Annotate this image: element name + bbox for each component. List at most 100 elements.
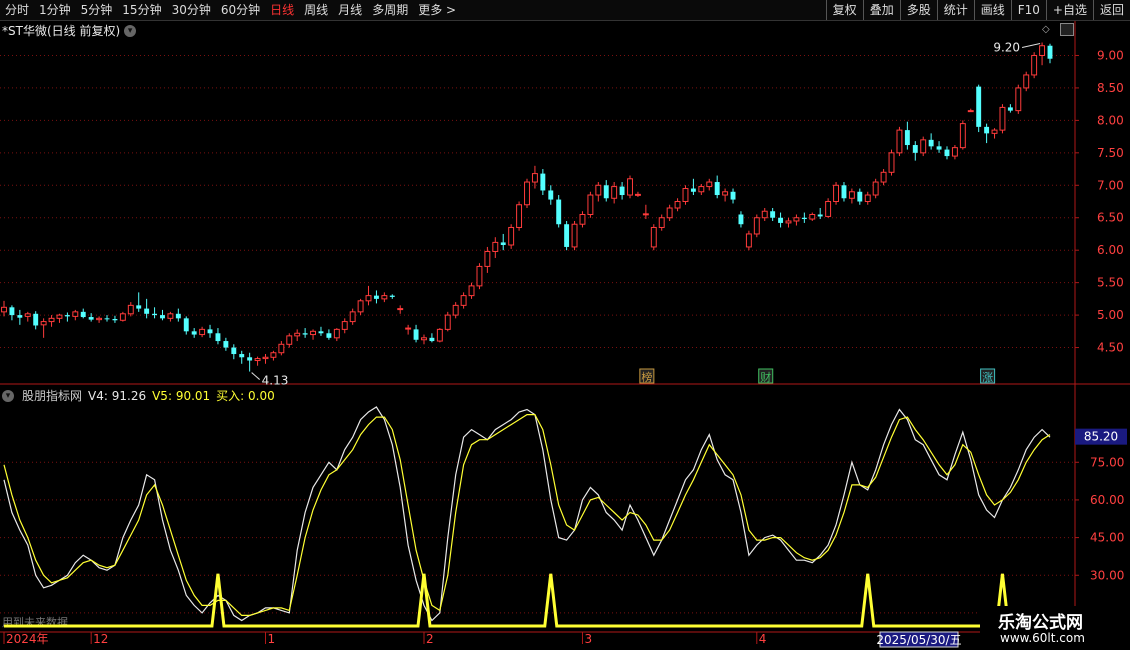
candle-body-up: [959, 123, 966, 149]
watermark-url: www.60lt.com: [1000, 631, 1085, 645]
candle-body-up: [286, 335, 293, 345]
candle-body-up: [674, 201, 681, 209]
candle-body-down: [928, 139, 934, 147]
candle-body-down: [191, 331, 197, 335]
indicator-tick-label: 75.00: [1090, 455, 1124, 469]
candle-body-up: [650, 226, 657, 248]
date-label: 12: [93, 632, 108, 646]
candle-body-up: [761, 210, 768, 219]
candle-body-down: [9, 307, 15, 316]
candle-body-down: [1007, 107, 1013, 111]
event-marker-label: 榜: [641, 370, 652, 384]
candle-body-up: [706, 181, 713, 188]
candle-body-up: [880, 171, 887, 183]
candle-body-down: [984, 126, 990, 134]
candle-body-up: [951, 147, 958, 157]
candle-body-down: [556, 199, 562, 225]
candle-body-down: [247, 357, 253, 361]
candle-body-down: [104, 318, 110, 320]
candle-body-up: [72, 311, 79, 317]
candle-body-down: [540, 173, 546, 191]
candle-body-up: [1015, 87, 1022, 112]
candle-body-down: [429, 337, 435, 342]
candle-body-up: [278, 343, 285, 354]
candle-body-up: [492, 241, 499, 252]
price-tick-label: 9.00: [1097, 48, 1124, 62]
candle-body-up: [888, 152, 895, 173]
candle-body-up: [96, 317, 103, 321]
candle-body-up: [381, 295, 388, 300]
candle-body-up: [785, 220, 792, 224]
candle-body-down: [64, 315, 70, 317]
candle-body-up: [365, 295, 372, 302]
candle-body-down: [564, 224, 570, 247]
candle-body-down: [33, 313, 39, 326]
candle-body-down: [730, 191, 736, 200]
watermark-name: 乐淘公式网: [998, 613, 1083, 633]
candle-body-down: [136, 305, 142, 309]
candle-body-up: [349, 311, 356, 323]
low-price-label: 4.13: [262, 374, 289, 388]
candle-body-down: [778, 217, 784, 223]
candle-body-up: [698, 186, 705, 193]
candle-body-up: [452, 304, 459, 316]
candle-body-down: [904, 130, 910, 146]
candle-body-down: [801, 217, 807, 220]
candle-body-up: [262, 356, 269, 360]
candle-body-down: [373, 295, 379, 299]
candle-body-down: [936, 146, 942, 150]
candle-body-up: [991, 129, 998, 134]
candle-body-up: [666, 207, 673, 219]
candle-body-down: [714, 182, 720, 196]
candle-body-down: [500, 242, 506, 245]
candle-body-down: [302, 333, 308, 335]
high-pointer: [1021, 43, 1041, 48]
candle-body-down: [152, 313, 158, 316]
candle-body-up: [658, 217, 665, 228]
price-tick-label: 4.50: [1097, 341, 1124, 355]
price-tick-label: 8.00: [1097, 113, 1124, 127]
candle-body-up: [1, 306, 7, 313]
event-marker-label: 涨: [982, 371, 993, 384]
candle-body-up: [579, 213, 586, 225]
candle-body-up: [119, 313, 126, 321]
candle-body-up: [531, 173, 538, 183]
candlestick-chart[interactable]: 9.00 8.50 8.00 7.50 7.00 6.50 6.00 5.50 5.00 4.50…: [0, 0, 1130, 650]
candle-body-down: [88, 317, 94, 320]
candle-body-up: [508, 226, 515, 246]
watermark: 乐淘公式网 www.60lt.com: [980, 606, 1130, 650]
price-tick-label: 5.00: [1097, 308, 1124, 322]
candle-body-up: [642, 213, 649, 216]
candle-body-down: [318, 331, 324, 334]
indicator-tick-label: 30.00: [1090, 568, 1124, 582]
candle-body-up: [920, 139, 927, 154]
candle-body-down: [770, 211, 776, 218]
candle-body-up: [595, 184, 602, 196]
candle-body-down: [548, 190, 554, 200]
candle-body-up: [40, 321, 47, 326]
event-marker-label: 财: [760, 370, 771, 384]
date-label: 4: [759, 632, 767, 646]
buy-signal-line: [4, 573, 1050, 628]
date-label: 1: [268, 632, 276, 646]
high-price-label: 9.20: [993, 40, 1020, 54]
candle-body-up: [56, 314, 63, 319]
candle-body-up: [270, 352, 277, 358]
candle-body-up: [48, 317, 55, 323]
candle-body-up: [127, 304, 134, 315]
low-pointer: [251, 372, 260, 380]
price-tick-label: 7.00: [1097, 178, 1124, 192]
candle-body-up: [587, 194, 594, 215]
candle-body-up: [848, 191, 855, 199]
date-label: 2: [426, 632, 434, 646]
candle-body-up: [524, 181, 530, 206]
candle-body-up: [967, 110, 974, 113]
candle-body-down: [326, 333, 332, 338]
candle-body-down: [17, 315, 23, 318]
candle-body-down: [144, 308, 150, 314]
candle-body-up: [421, 337, 427, 341]
candle-body-up: [999, 106, 1006, 131]
candle-body-up: [571, 223, 578, 248]
candle-body-down: [231, 347, 237, 355]
v4-line: [3, 406, 1051, 622]
